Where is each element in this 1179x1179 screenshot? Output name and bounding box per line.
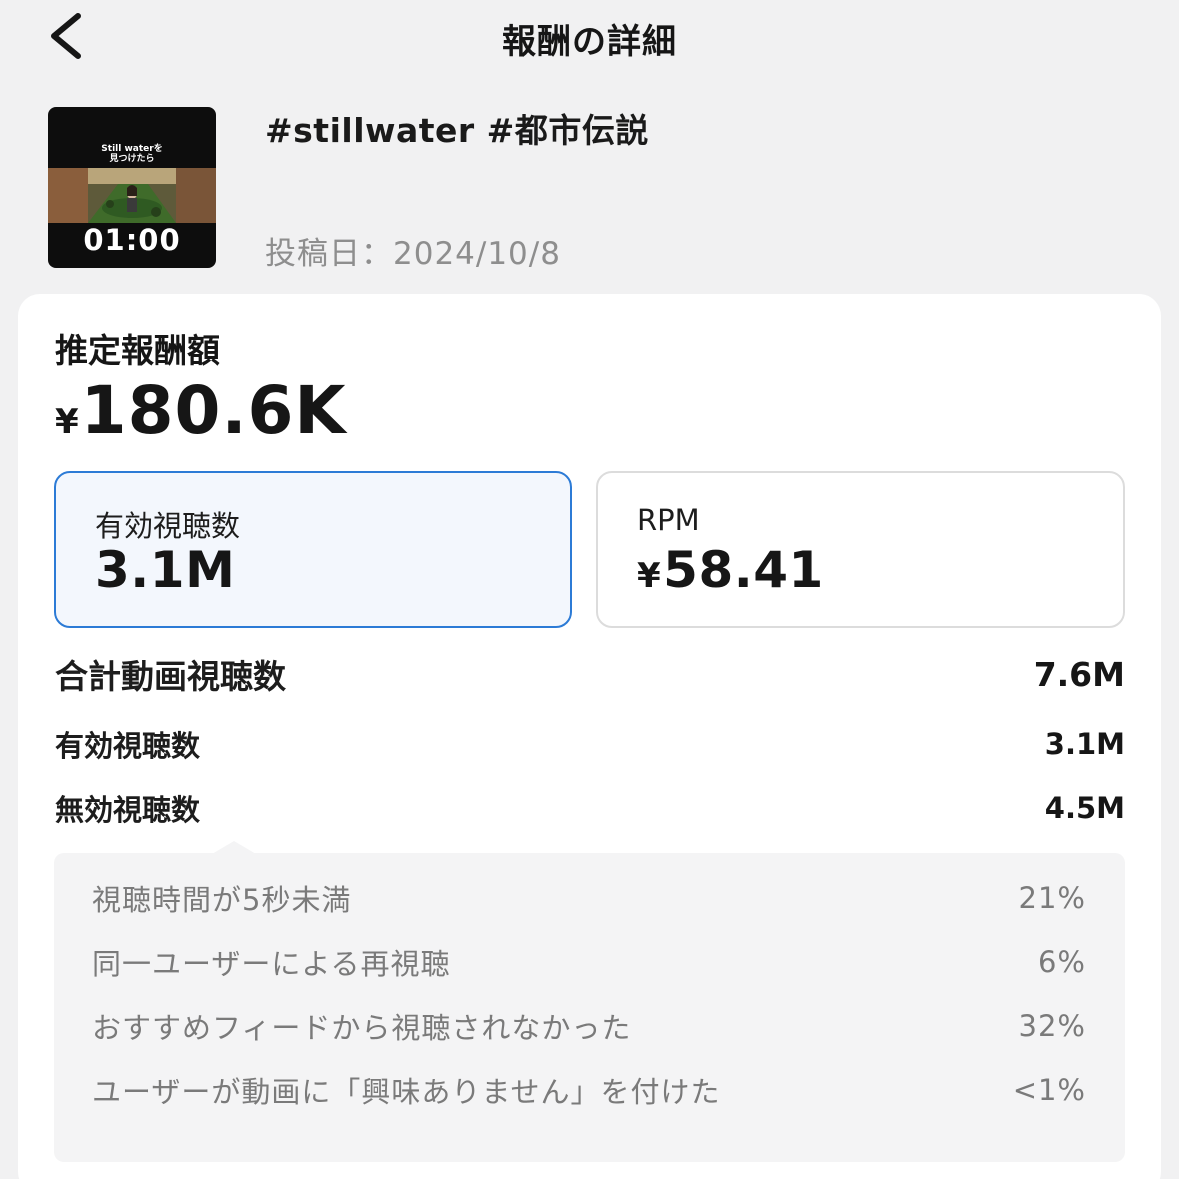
breakdown-row: ユーザーが動画に「興味ありません」を付けた <1% [92, 1068, 1086, 1112]
breakdown-label: 同一ユーザーによる再視聴 [92, 947, 451, 981]
total-views-value: 7.6M [1033, 654, 1125, 694]
header: 報酬の詳細 [0, 0, 1179, 80]
panel-pointer [212, 841, 256, 854]
payout-details-screen: 報酬の詳細 Still waterを 見つけたら 01:00 #stillwat… [0, 0, 1179, 1179]
thumbnail-caption-line2: 見つけたら [109, 154, 155, 164]
metric-value: ¥58.41 [637, 541, 824, 599]
breakdown-label: おすすめフィードから視聴されなかった [92, 1011, 632, 1045]
metric-label: 有効視聴数 [95, 509, 241, 543]
breakdown-row: おすすめフィードから視聴されなかった 32% [92, 1004, 1086, 1048]
earnings-card: 推定報酬額 ¥ 180.6K 有効視聴数 3.1M RPM ¥58.41 合計動… [18, 294, 1161, 1179]
thumbnail-image [48, 168, 216, 223]
estimated-earnings-label: 推定報酬額 [55, 331, 220, 370]
breakdown-row: 視聴時間が5秒未満 21% [92, 876, 1086, 920]
total-views-row: 合計動画視聴数 7.6M [55, 652, 1125, 697]
thumbnail-caption-line1: Still waterを [101, 144, 163, 154]
metric-tab-rpm[interactable]: RPM ¥58.41 [596, 471, 1125, 628]
breakdown-value: 6% [1037, 945, 1086, 979]
page-title: 報酬の詳細 [502, 22, 677, 62]
breakdown-label: 視聴時間が5秒未満 [92, 883, 352, 917]
qualified-views-row: 有効視聴数 3.1M [55, 722, 1125, 766]
total-views-label: 合計動画視聴数 [55, 657, 286, 696]
currency-symbol: ¥ [55, 402, 79, 442]
breakdown-label: ユーザーが動画に「興味ありません」を付けた [92, 1075, 721, 1109]
unqualified-views-label: 無効視聴数 [55, 793, 201, 827]
video-thumbnail[interactable]: Still waterを 見つけたら 01:00 [48, 107, 216, 268]
metric-number: 3.1M [95, 541, 236, 599]
metric-value: 3.1M [95, 541, 235, 599]
unqualified-views-value: 4.5M [1044, 791, 1125, 825]
breakdown-value: 21% [1018, 881, 1086, 915]
qualified-views-value: 3.1M [1044, 727, 1125, 761]
estimated-earnings-value: 180.6K [80, 372, 347, 449]
currency-symbol: ¥ [637, 556, 662, 596]
video-duration: 01:00 [83, 223, 181, 257]
thumbnail-caption: Still waterを 見つけたら [48, 144, 216, 164]
unqualified-views-row[interactable]: 無効視聴数 4.5M [55, 786, 1125, 830]
qualified-views-label: 有効視聴数 [55, 729, 201, 763]
breakdown-row: 同一ユーザーによる再視聴 6% [92, 940, 1086, 984]
breakdown-value: 32% [1018, 1009, 1086, 1043]
breakdown-value: <1% [1012, 1073, 1086, 1107]
metric-label: RPM [637, 503, 700, 537]
post-date: 投稿日：2024/10/8 [265, 236, 561, 272]
video-title: #stillwater #都市伝説 [265, 111, 649, 150]
metric-number: 58.41 [663, 541, 824, 599]
metric-tab-qualified-views[interactable]: 有効視聴数 3.1M [54, 471, 572, 628]
estimated-earnings-amount: ¥ 180.6K [55, 372, 347, 452]
unqualified-breakdown-panel: 視聴時間が5秒未満 21% 同一ユーザーによる再視聴 6% おすすめフィードから… [54, 841, 1125, 1162]
